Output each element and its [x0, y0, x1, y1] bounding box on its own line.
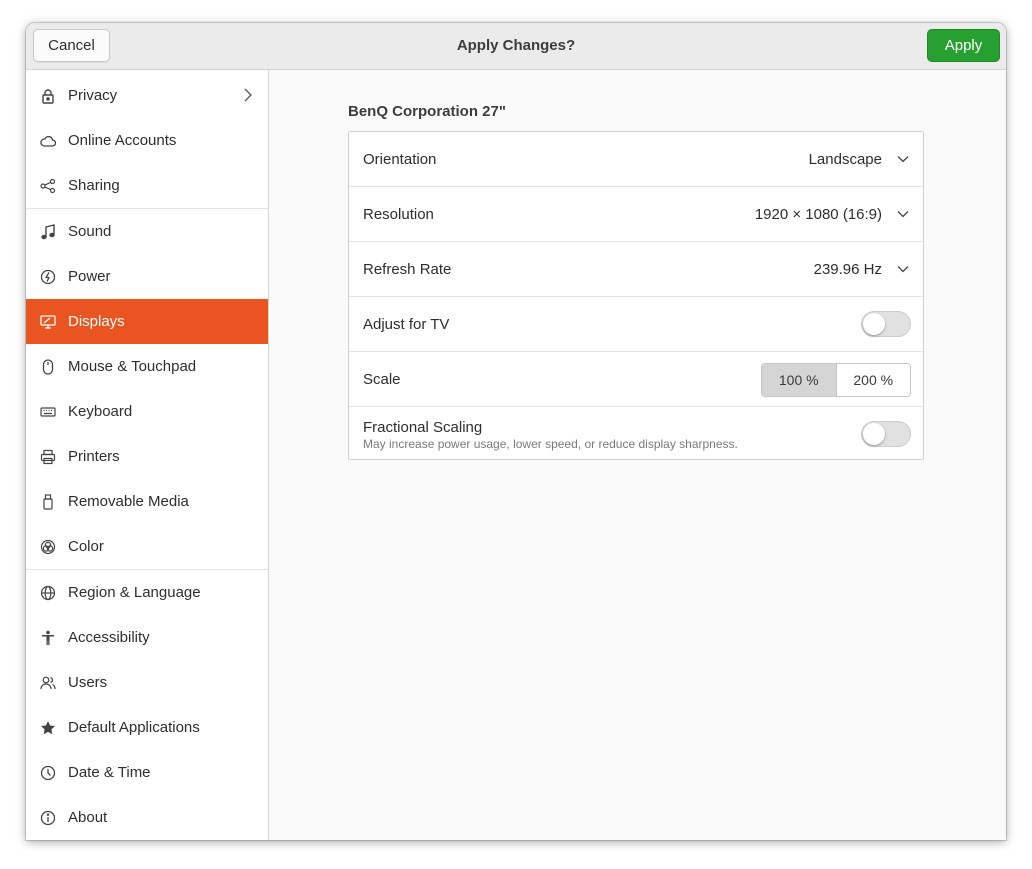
adjust-tv-label: Adjust for TV: [363, 316, 450, 333]
sidebar-item-label: Mouse & Touchpad: [68, 358, 197, 375]
fractional-scaling-label: Fractional Scaling: [363, 419, 483, 436]
apply-button[interactable]: Apply: [927, 29, 1000, 62]
sidebar-item-label: Default Applications: [68, 719, 200, 736]
sidebar-item-date-time[interactable]: Date & Time: [26, 750, 268, 795]
sidebar-item-sound[interactable]: Sound: [26, 209, 268, 254]
fractional-scaling-toggle[interactable]: [861, 421, 911, 447]
sidebar-item-color[interactable]: Color: [26, 524, 268, 569]
sidebar-item-region-language[interactable]: Region & Language: [26, 570, 268, 615]
chevron-down-icon: [897, 156, 909, 163]
sidebar-item-printers[interactable]: Printers: [26, 434, 268, 479]
star-icon: [40, 720, 56, 736]
removable-media-icon: [40, 493, 56, 510]
displays-panel: BenQ Corporation 27" Orientation Landsca…: [269, 70, 1006, 840]
clock-icon: [40, 765, 56, 781]
resolution-row[interactable]: Resolution 1920 × 1080 (16:9): [349, 187, 925, 242]
lock-icon: [40, 88, 56, 104]
fractional-scaling-description: May increase power usage, lower speed, o…: [363, 437, 738, 451]
chevron-down-icon: [897, 266, 909, 273]
chevron-right-icon: [244, 88, 252, 102]
power-icon: [40, 269, 56, 285]
printer-icon: [40, 449, 56, 465]
settings-window: Cancel Apply Changes? Apply Privacy Onli…: [26, 23, 1006, 840]
mouse-icon: [40, 358, 56, 375]
cloud-icon: [40, 133, 56, 149]
sidebar-item-users[interactable]: Users: [26, 660, 268, 705]
adjust-tv-row: Adjust for TV: [349, 297, 925, 352]
sidebar-item-label: Printers: [68, 448, 120, 465]
sidebar-item-accessibility[interactable]: Accessibility: [26, 615, 268, 660]
sidebar-item-label: Users: [68, 674, 108, 691]
scale-row: Scale 100 % 200 %: [349, 352, 925, 407]
sidebar-item-keyboard[interactable]: Keyboard: [26, 389, 268, 434]
sidebar-item-label: Accessibility: [68, 629, 150, 646]
sidebar-item-displays[interactable]: Displays: [26, 299, 268, 344]
music-note-icon: [40, 223, 56, 240]
display-settings-list: Orientation Landscape Resolution 1920 × …: [348, 131, 925, 461]
fractional-scaling-row: Fractional Scaling May increase power us…: [349, 407, 925, 461]
scale-option-200[interactable]: 200 %: [836, 364, 910, 396]
sidebar-item-label: Online Accounts: [68, 132, 177, 149]
sidebar-item-default-applications[interactable]: Default Applications: [26, 705, 268, 750]
toggle-knob: [863, 313, 885, 335]
sidebar-item-label: Date & Time: [68, 764, 151, 781]
sidebar-item-label: Displays: [68, 313, 125, 330]
users-icon: [40, 675, 56, 691]
resolution-value: 1920 × 1080 (16:9): [754, 206, 882, 223]
info-icon: [40, 810, 56, 826]
sidebar-item-label: Privacy: [68, 87, 118, 104]
sidebar-item-online-accounts[interactable]: Online Accounts: [26, 118, 268, 163]
orientation-value: Landscape: [808, 151, 882, 168]
header-title: Apply Changes?: [456, 37, 576, 54]
toggle-knob: [863, 423, 885, 445]
sidebar-item-label: Sharing: [68, 177, 120, 194]
sidebar-item-about[interactable]: About: [26, 795, 268, 840]
sidebar-item-label: About: [68, 809, 108, 826]
scale-selector: 100 % 200 %: [761, 363, 911, 397]
keyboard-icon: [40, 404, 56, 420]
monitor-title: BenQ Corporation 27": [348, 103, 506, 120]
refresh-rate-label: Refresh Rate: [363, 261, 452, 278]
accessibility-icon: [40, 630, 56, 646]
resolution-label: Resolution: [363, 206, 434, 223]
sidebar-item-label: Keyboard: [68, 403, 133, 420]
share-icon: [40, 178, 56, 194]
color-icon: [40, 539, 56, 555]
scale-label: Scale: [363, 371, 401, 388]
sidebar-item-label: Sound: [68, 223, 112, 240]
sidebar-item-label: Removable Media: [68, 493, 189, 510]
sidebar-item-label: Region & Language: [68, 584, 201, 601]
refresh-rate-value: 239.96 Hz: [813, 261, 882, 278]
sidebar-item-privacy[interactable]: Privacy: [26, 73, 268, 118]
orientation-row[interactable]: Orientation Landscape: [349, 132, 925, 187]
sidebar-item-mouse-touchpad[interactable]: Mouse & Touchpad: [26, 344, 268, 389]
globe-icon: [40, 585, 56, 601]
refresh-rate-row[interactable]: Refresh Rate 239.96 Hz: [349, 242, 925, 297]
cancel-button[interactable]: Cancel: [33, 29, 110, 62]
header-bar: Cancel Apply Changes? Apply: [26, 23, 1006, 70]
scale-option-100[interactable]: 100 %: [762, 364, 837, 396]
sidebar-item-label: Power: [68, 268, 111, 285]
display-icon: [40, 314, 56, 330]
adjust-tv-toggle[interactable]: [861, 311, 911, 337]
orientation-label: Orientation: [363, 151, 437, 168]
sidebar-item-sharing[interactable]: Sharing: [26, 163, 268, 208]
chevron-down-icon: [897, 211, 909, 218]
sidebar-item-label: Color: [68, 538, 104, 555]
sidebar-item-removable-media[interactable]: Removable Media: [26, 479, 268, 524]
sidebar: Privacy Online Accounts Sharing Sound Po…: [26, 70, 269, 840]
sidebar-item-power[interactable]: Power: [26, 254, 268, 299]
